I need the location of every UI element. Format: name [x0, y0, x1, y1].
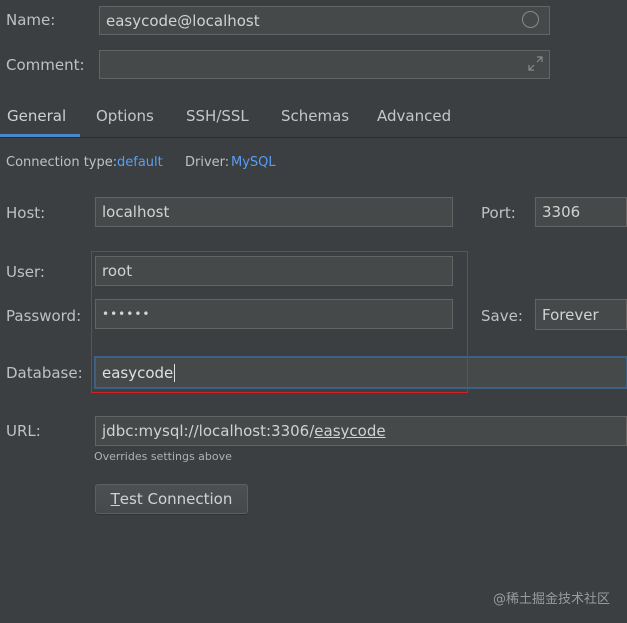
port-value: 3306	[542, 203, 581, 221]
tab-schemas[interactable]: Schemas	[281, 107, 349, 125]
tab-general[interactable]: General	[7, 107, 66, 125]
database-label: Database:	[6, 364, 83, 382]
connection-type-label: Connection type:	[6, 155, 118, 170]
watermark: @稀土掘金技术社区	[492, 592, 610, 607]
user-input[interactable]: root	[95, 256, 453, 286]
port-input[interactable]: 3306	[535, 197, 627, 227]
host-label: Host:	[6, 204, 46, 222]
save-label: Save:	[481, 307, 523, 325]
user-label: User:	[6, 263, 45, 281]
comment-label: Comment:	[6, 56, 85, 74]
driver-label: Driver:	[185, 155, 230, 170]
password-value: ••••••	[102, 307, 151, 321]
url-label: URL:	[6, 422, 41, 440]
host-input[interactable]: localhost	[95, 197, 453, 227]
save-select[interactable]: Forever	[535, 299, 627, 330]
connection-type-link[interactable]: default	[117, 155, 163, 170]
url-input[interactable]: jdbc:mysql://localhost:3306/easycode	[95, 416, 627, 446]
password-label: Password:	[6, 307, 82, 325]
name-label: Name:	[6, 11, 56, 29]
name-input[interactable]: easycode@localhost	[99, 6, 550, 35]
database-input[interactable]: easycode	[95, 357, 627, 388]
tab-options[interactable]: Options	[96, 107, 154, 125]
tab-divider	[0, 137, 627, 138]
button-mnemonic: T	[110, 490, 120, 508]
comment-input[interactable]	[99, 50, 550, 79]
url-hint: Overrides settings above	[94, 450, 232, 463]
expand-icon[interactable]	[528, 56, 543, 71]
tab-ssh-ssl[interactable]: SSH/SSL	[186, 107, 249, 125]
host-value: localhost	[102, 203, 170, 221]
name-value: easycode@localhost	[106, 11, 260, 30]
url-database: easycode	[314, 422, 386, 440]
color-circle-icon[interactable]	[522, 11, 539, 28]
save-value: Forever	[542, 305, 599, 324]
test-connection-button[interactable]: Test Connection	[95, 484, 248, 514]
text-caret	[174, 363, 176, 382]
port-label: Port:	[481, 204, 516, 222]
tab-advanced[interactable]: Advanced	[377, 107, 451, 125]
user-value: root	[102, 262, 133, 280]
password-input[interactable]: ••••••	[95, 299, 453, 329]
driver-link[interactable]: MySQL	[231, 155, 276, 170]
database-value: easycode	[102, 363, 174, 382]
button-label: est Connection	[119, 490, 233, 508]
url-prefix: jdbc:mysql://localhost:3306/	[102, 422, 315, 440]
connection-settings-dialog: Name: easycode@localhost Comment: Genera…	[0, 0, 627, 623]
